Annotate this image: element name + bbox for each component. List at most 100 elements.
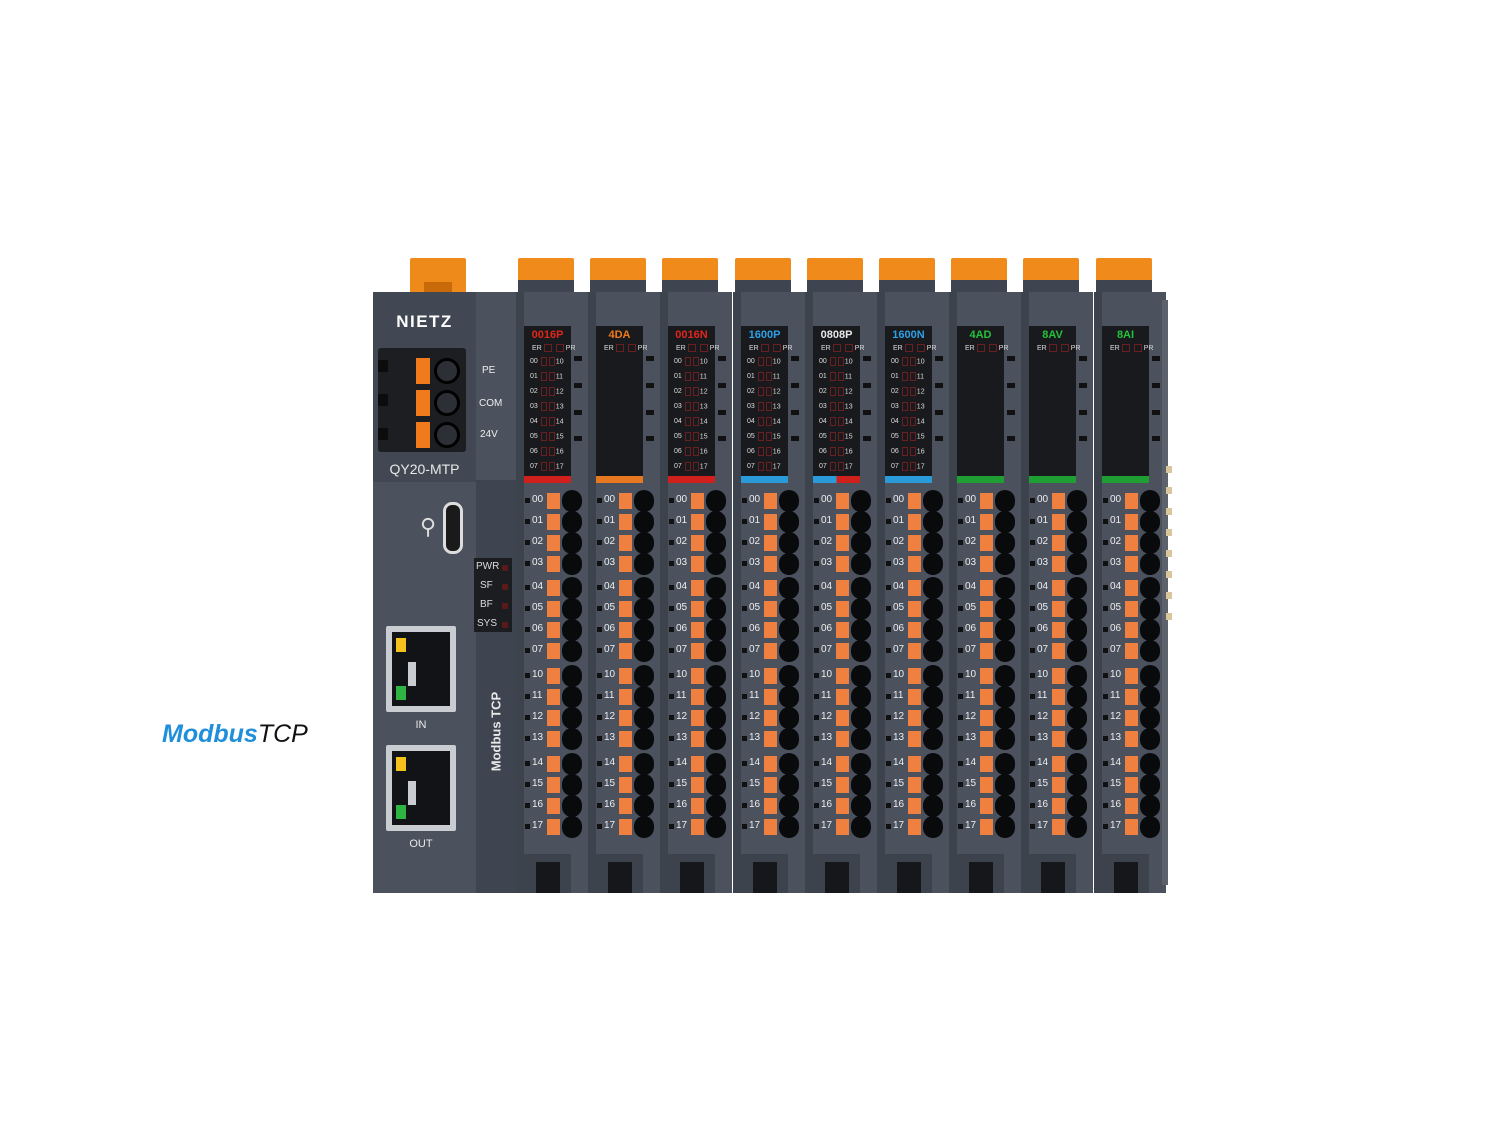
wire-entry-hole[interactable] — [995, 665, 1015, 687]
wire-entry-hole[interactable] — [1067, 707, 1087, 729]
wire-entry-hole[interactable] — [923, 577, 943, 599]
wire-entry-hole[interactable] — [1140, 532, 1160, 554]
terminal-release-button[interactable] — [836, 643, 849, 659]
wire-entry-hole[interactable] — [634, 728, 654, 750]
terminal-release-button[interactable] — [691, 535, 704, 551]
wire-entry-hole[interactable] — [995, 728, 1015, 750]
wire-entry-hole[interactable] — [1067, 774, 1087, 796]
wire-entry-hole[interactable] — [1067, 753, 1087, 775]
ethernet-port-out[interactable] — [386, 745, 456, 831]
terminal-release-button[interactable] — [764, 756, 777, 772]
module-release-latch[interactable] — [1096, 258, 1152, 293]
wire-entry-hole[interactable] — [1067, 553, 1087, 575]
terminal-release-button[interactable] — [764, 668, 777, 684]
terminal-release-button[interactable] — [1052, 514, 1065, 530]
terminal-release-button[interactable] — [547, 689, 560, 705]
terminal-release-button[interactable] — [908, 756, 921, 772]
terminal-release-button[interactable] — [619, 731, 632, 747]
wire-entry-hole[interactable] — [634, 665, 654, 687]
wire-entry-hole[interactable] — [923, 532, 943, 554]
wire-entry-hole[interactable] — [779, 598, 799, 620]
terminal-release-button[interactable] — [908, 710, 921, 726]
wire-entry-hole[interactable] — [923, 490, 943, 512]
terminal-release-button[interactable] — [764, 731, 777, 747]
wire-entry-hole[interactable] — [851, 640, 871, 662]
terminal-release-button[interactable] — [691, 514, 704, 530]
wire-entry-hole[interactable] — [995, 707, 1015, 729]
terminal-release-button[interactable] — [908, 493, 921, 509]
terminal-release-button[interactable] — [764, 798, 777, 814]
terminal-release-button[interactable] — [1125, 731, 1138, 747]
terminal-release-button[interactable] — [691, 710, 704, 726]
din-rail-clip[interactable] — [813, 854, 860, 893]
wire-entry-hole[interactable] — [634, 753, 654, 775]
terminal-release-button[interactable] — [619, 777, 632, 793]
terminal-release-button[interactable] — [908, 535, 921, 551]
wire-entry-hole[interactable] — [634, 553, 654, 575]
wire-entry-hole[interactable] — [562, 707, 582, 729]
wire-entry-hole[interactable] — [1067, 511, 1087, 533]
terminal-release-button[interactable] — [1052, 798, 1065, 814]
wire-entry-hole[interactable] — [562, 728, 582, 750]
terminal-release-button[interactable] — [836, 756, 849, 772]
wire-entry-hole[interactable] — [706, 577, 726, 599]
wire-entry-hole[interactable] — [706, 665, 726, 687]
wire-entry-hole[interactable] — [706, 686, 726, 708]
wire-entry-hole[interactable] — [562, 665, 582, 687]
wire-entry-hole[interactable] — [562, 511, 582, 533]
wire-entry-hole[interactable] — [923, 816, 943, 838]
terminal-release-button[interactable] — [980, 798, 993, 814]
terminal-release-button[interactable] — [836, 493, 849, 509]
terminal-release-button[interactable] — [619, 819, 632, 835]
wire-entry-hole[interactable] — [634, 619, 654, 641]
terminal-release-button[interactable] — [691, 622, 704, 638]
terminal-release-button[interactable] — [980, 622, 993, 638]
wire-entry-hole[interactable] — [779, 490, 799, 512]
terminal-release-button[interactable] — [691, 643, 704, 659]
wire-entry-hole[interactable] — [779, 774, 799, 796]
module-release-latch[interactable] — [879, 258, 935, 293]
terminal-release-button[interactable] — [619, 756, 632, 772]
terminal-release-button[interactable] — [547, 622, 560, 638]
wire-entry-hole[interactable] — [1140, 640, 1160, 662]
terminal-release-button[interactable] — [764, 580, 777, 596]
wire-entry-hole[interactable] — [1067, 598, 1087, 620]
terminal-release-button[interactable] — [619, 580, 632, 596]
wire-entry-hole[interactable] — [706, 795, 726, 817]
terminal-release-button[interactable] — [1052, 580, 1065, 596]
wire-entry-hole[interactable] — [1140, 816, 1160, 838]
terminal-release-button[interactable] — [764, 493, 777, 509]
terminal-release-button[interactable] — [980, 777, 993, 793]
wire-entry-hole[interactable] — [995, 753, 1015, 775]
terminal-release-button[interactable] — [1125, 493, 1138, 509]
wire-entry-hole[interactable] — [634, 598, 654, 620]
terminal-release-com[interactable] — [416, 390, 430, 416]
terminal-release-button[interactable] — [691, 731, 704, 747]
terminal-release-button[interactable] — [1125, 514, 1138, 530]
terminal-release-button[interactable] — [691, 601, 704, 617]
wire-entry-hole[interactable] — [1067, 665, 1087, 687]
power-terminal-block[interactable] — [378, 348, 466, 452]
terminal-release-button[interactable] — [619, 514, 632, 530]
terminal-release-button[interactable] — [619, 668, 632, 684]
terminal-release-pe[interactable] — [416, 358, 430, 384]
wire-entry-hole[interactable] — [634, 686, 654, 708]
terminal-release-button[interactable] — [908, 556, 921, 572]
terminal-release-button[interactable] — [547, 777, 560, 793]
terminal-release-button[interactable] — [547, 556, 560, 572]
din-rail-clip[interactable] — [741, 854, 788, 893]
wire-entry-hole[interactable] — [1067, 728, 1087, 750]
terminal-release-button[interactable] — [908, 798, 921, 814]
wire-entry-hole[interactable] — [706, 728, 726, 750]
wire-entry-hole[interactable] — [995, 490, 1015, 512]
wire-entry-hole[interactable] — [562, 532, 582, 554]
terminal-release-button[interactable] — [908, 777, 921, 793]
terminal-release-button[interactable] — [1052, 689, 1065, 705]
terminal-release-button[interactable] — [908, 643, 921, 659]
wire-entry-hole[interactable] — [1067, 795, 1087, 817]
wire-entry-hole[interactable] — [634, 640, 654, 662]
wire-entry-hole[interactable] — [562, 816, 582, 838]
terminal-release-button[interactable] — [1052, 756, 1065, 772]
terminal-release-button[interactable] — [547, 493, 560, 509]
wire-entry-hole[interactable] — [995, 598, 1015, 620]
